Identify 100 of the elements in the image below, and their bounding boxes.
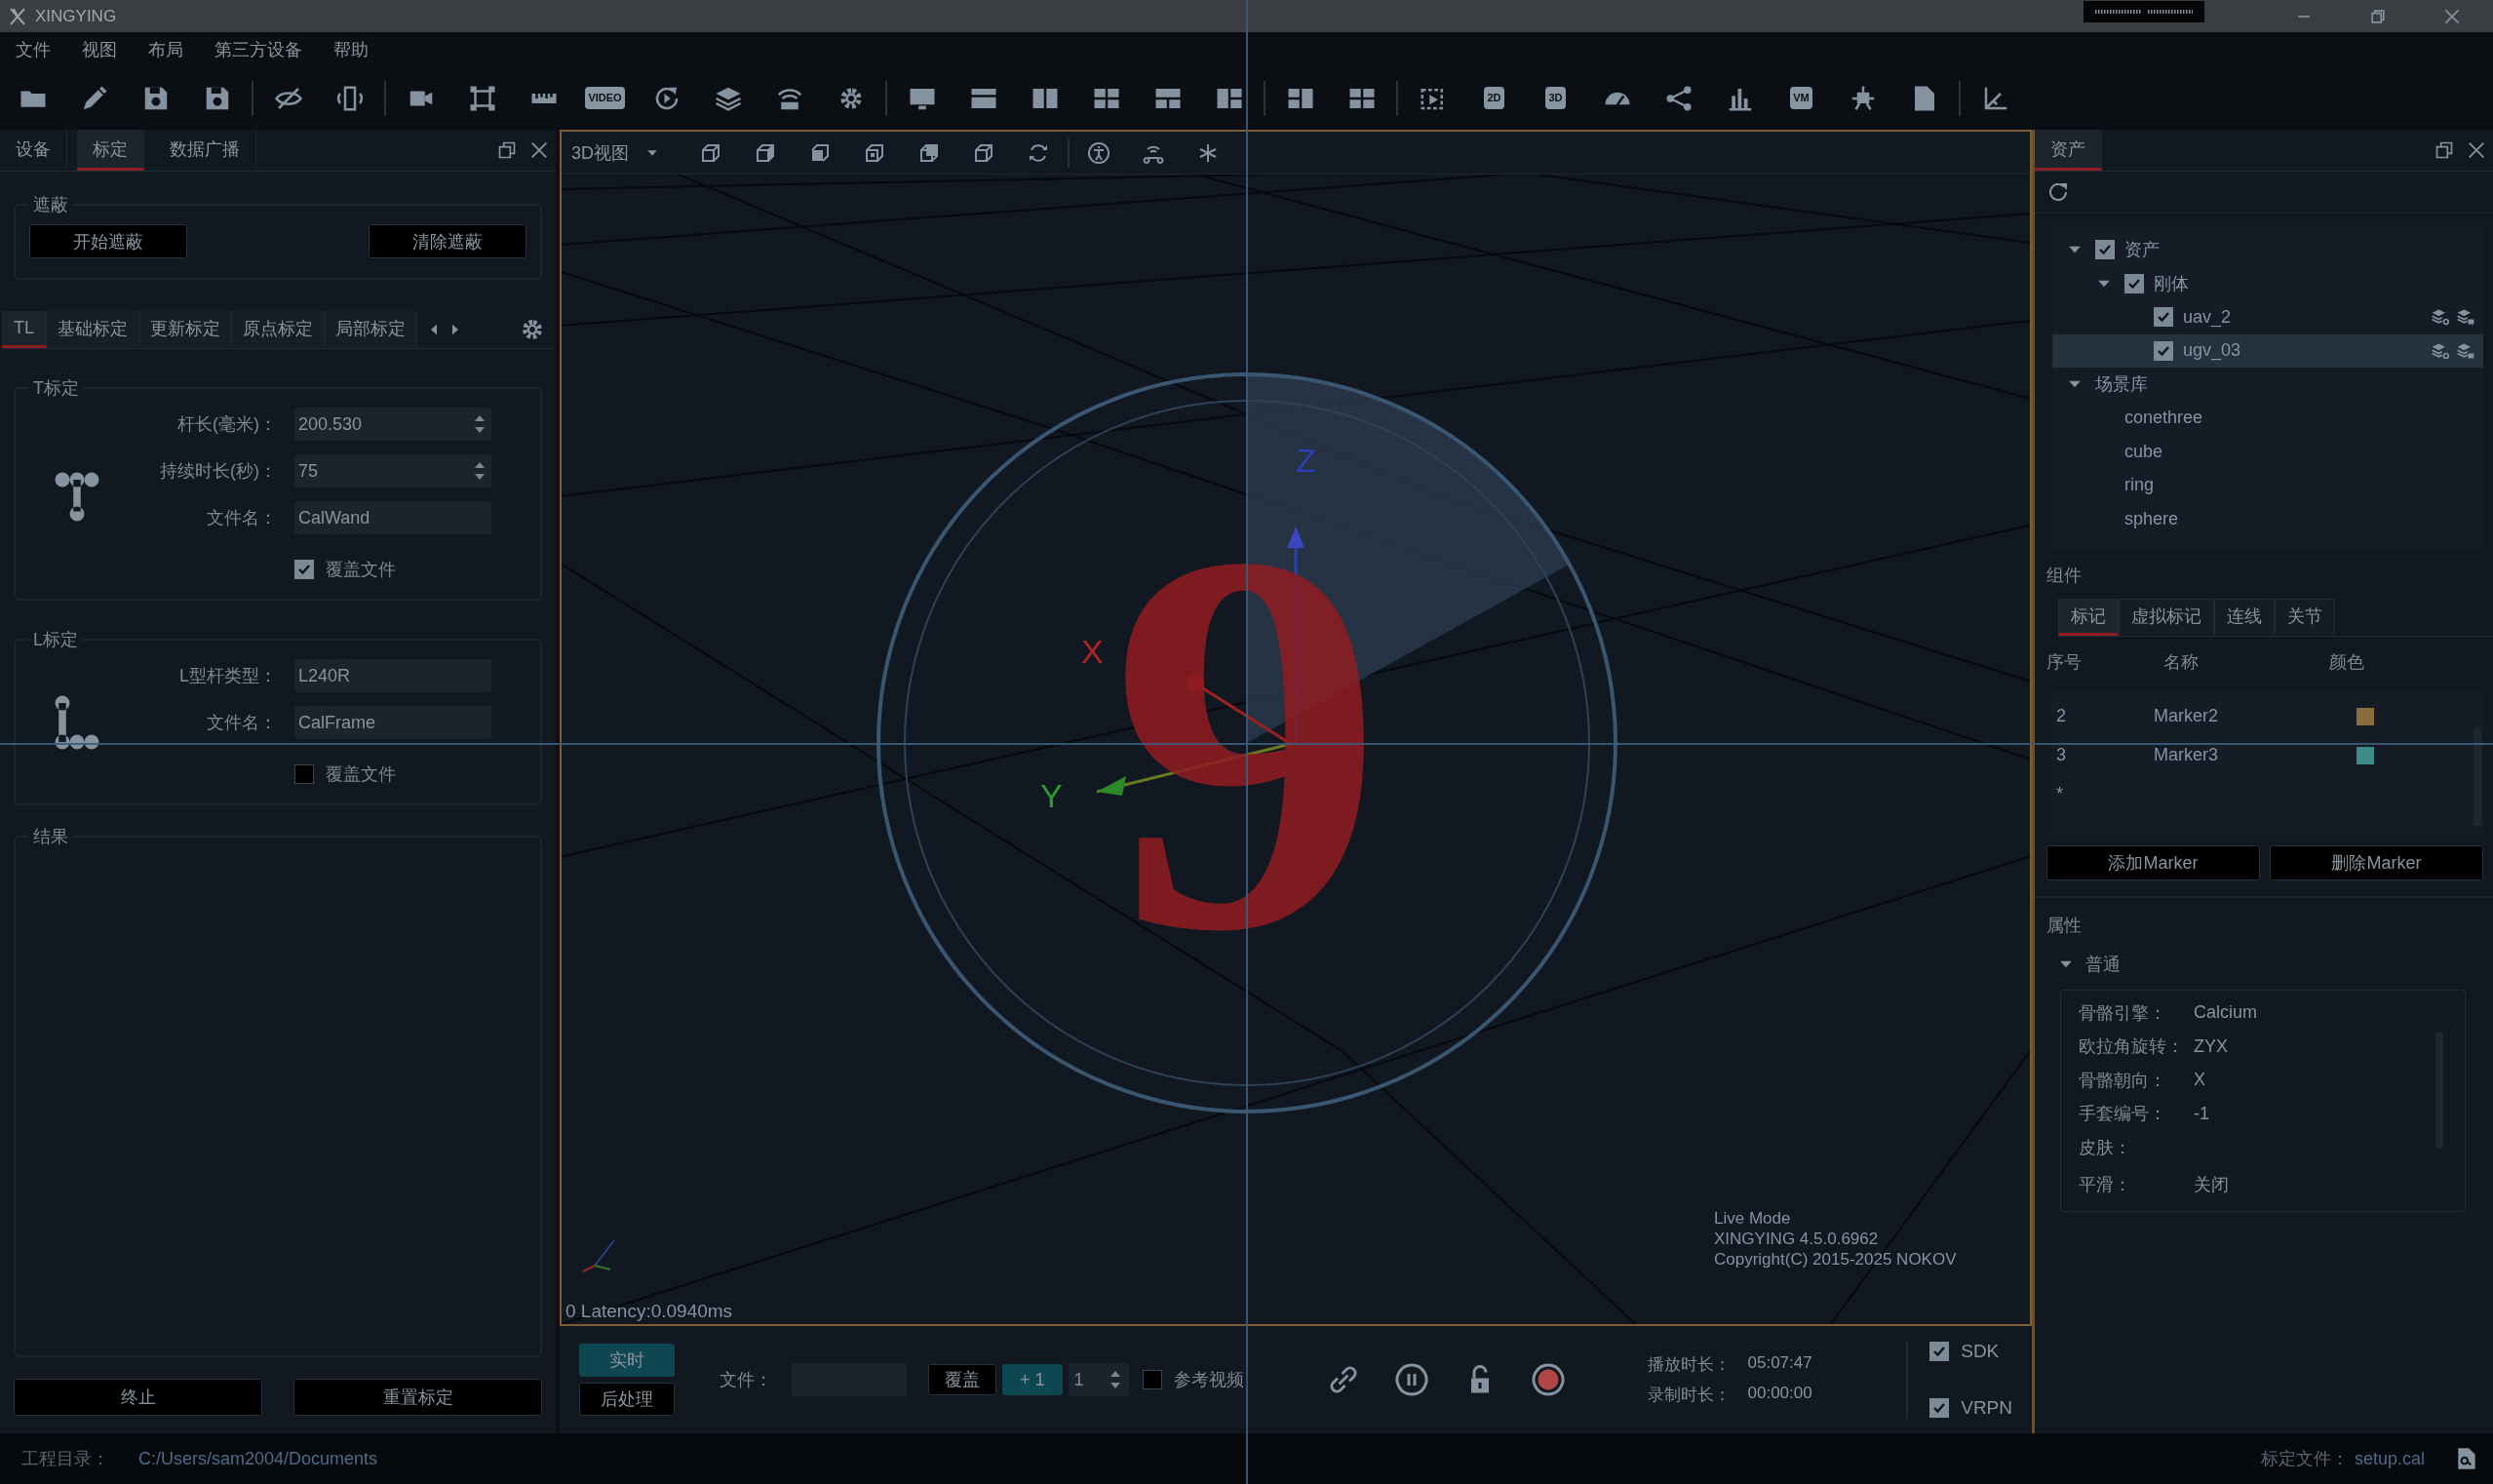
stack-lock-icon[interactable]: [2456, 307, 2475, 328]
menu-item[interactable]: 第三方设备: [214, 37, 302, 61]
mask-button[interactable]: 清除遮蔽: [369, 224, 526, 258]
scrollbar[interactable]: [2474, 727, 2481, 826]
project-label: 工程目录：: [21, 1448, 109, 1470]
step-button[interactable]: + 1: [1002, 1364, 1063, 1395]
panel-tab[interactable]: 设备: [0, 130, 67, 171]
component-tab[interactable]: 连线: [2214, 598, 2275, 636]
logo-icon: [8, 6, 27, 26]
tree-item[interactable]: 资产: [2052, 233, 2483, 267]
property-label: 皮肤：: [2079, 1136, 2132, 1159]
mode-button[interactable]: 后处理: [579, 1383, 675, 1416]
mask-button[interactable]: 开始遮蔽: [29, 224, 187, 258]
tree-label: sphere: [2124, 508, 2179, 529]
checkbox[interactable]: [1929, 1342, 1950, 1361]
marker-button[interactable]: 删除Marker: [2270, 844, 2483, 880]
checkbox[interactable]: [2124, 273, 2144, 293]
overwrite-button[interactable]: 覆盖: [928, 1364, 996, 1395]
menu-item[interactable]: 文件: [16, 37, 51, 61]
view-dropdown[interactable]: 3D视图: [571, 140, 660, 165]
tree-item[interactable]: 普通: [2056, 952, 2493, 976]
group-title: T标定: [32, 377, 80, 400]
calibration-tab[interactable]: 基础标定: [47, 311, 139, 348]
color-swatch[interactable]: [2357, 746, 2374, 764]
axis-label: Y: [1040, 777, 1063, 814]
column-header: 颜色: [2329, 650, 2365, 674]
project-path: C:/Users/sam2004/Documents: [138, 1448, 378, 1469]
action-button[interactable]: 终止: [14, 1379, 262, 1416]
pause-icon[interactable]: [1393, 1362, 1429, 1397]
toolbar-button[interactable]: 3D: [1545, 87, 1566, 109]
property-value: 关闭: [2194, 1174, 2229, 1196]
stack-gear-icon[interactable]: [2431, 307, 2450, 328]
close-icon[interactable]: [528, 139, 550, 161]
tree-item[interactable]: 场景库: [2052, 368, 2483, 402]
latency-readout: 0 Latency:0.0940ms: [565, 1301, 733, 1322]
menu-item[interactable]: 帮助: [333, 37, 369, 61]
input-field[interactable]: CalWand: [294, 501, 491, 534]
component-tab[interactable]: 关节: [2275, 598, 2335, 636]
spinner-arrows-icon[interactable]: [1109, 1369, 1121, 1390]
checkbox[interactable]: [1142, 1370, 1162, 1389]
record-icon[interactable]: [1530, 1362, 1566, 1397]
toolbar-button[interactable]: VM: [1790, 87, 1812, 109]
calibration-tab[interactable]: TL: [2, 311, 47, 348]
version-info: XINGYING 4.5.0.6962: [1714, 1229, 1880, 1249]
checkbox[interactable]: [294, 560, 314, 579]
version-info: Live Mode: [1714, 1208, 1792, 1229]
spin-field[interactable]: 200.530: [294, 408, 491, 441]
panel-tab[interactable]: 资产: [2035, 130, 2102, 171]
calibration-tab[interactable]: 原点标定: [232, 311, 325, 348]
menu-item[interactable]: 布局: [148, 37, 183, 61]
panel-tab[interactable]: 数据广播: [154, 130, 256, 171]
action-button[interactable]: 重置标定: [293, 1379, 542, 1416]
toolbar-button[interactable]: 2D: [1484, 87, 1504, 109]
person-icon[interactable]: [1087, 140, 1110, 165]
component-tab[interactable]: 标记: [2058, 598, 2119, 636]
section-title: 属性: [2046, 914, 2083, 937]
checkbox[interactable]: [1929, 1398, 1950, 1418]
menu-item[interactable]: 视图: [82, 37, 117, 61]
group-title: 遮蔽: [32, 194, 69, 216]
tree-item[interactable]: ugv_03: [2052, 333, 2483, 368]
status-strip-icon: [2084, 1, 2204, 22]
toolbar-button[interactable]: VIDEO: [585, 87, 625, 109]
group-title: L标定: [32, 629, 79, 651]
field-label: 文件名：: [206, 507, 277, 529]
spin-field[interactable]: 1: [1068, 1363, 1129, 1396]
tree-item[interactable]: 刚体: [2052, 266, 2483, 300]
tree-item[interactable]: cube: [2052, 435, 2483, 469]
spin-field[interactable]: 75: [294, 454, 491, 488]
property-value: Calcium: [2194, 1002, 2257, 1024]
close-icon[interactable]: [2466, 139, 2487, 161]
column-header: 名称: [2162, 650, 2200, 674]
restore-icon[interactable]: [497, 140, 517, 160]
spinner-arrows-icon[interactable]: [474, 413, 486, 435]
refresh-icon[interactable]: [2046, 180, 2070, 204]
tree-item[interactable]: ring: [2052, 468, 2483, 502]
mode-button[interactable]: 实时: [579, 1344, 675, 1377]
calibration-tab[interactable]: 更新标定: [139, 311, 232, 348]
checkbox[interactable]: [294, 764, 314, 784]
field-label: L型杆类型：: [178, 665, 277, 687]
panel-tab[interactable]: 标定: [77, 130, 144, 171]
checkbox[interactable]: [2154, 307, 2173, 328]
tree-item[interactable]: conethree: [2052, 401, 2483, 435]
restore-icon[interactable]: [2435, 140, 2454, 160]
component-tab[interactable]: 虚拟标记: [2119, 598, 2214, 636]
marker-button[interactable]: 添加Marker: [2046, 844, 2260, 880]
calibration-tab[interactable]: 局部标定: [325, 311, 417, 348]
property-value: X: [2194, 1070, 2205, 1091]
tree-label: ugv_03: [2183, 340, 2241, 362]
spinner-arrows-icon[interactable]: [474, 460, 486, 482]
checkbox[interactable]: [2154, 340, 2173, 361]
color-swatch[interactable]: [2357, 707, 2374, 725]
tree-item[interactable]: uav_2: [2052, 300, 2483, 334]
tree-item[interactable]: sphere: [2052, 502, 2483, 536]
input-field[interactable]: L240R: [294, 659, 491, 692]
checkbox[interactable]: [2095, 240, 2115, 260]
table-cell-text: Marker3: [2154, 745, 2219, 765]
input-field[interactable]: CalFrame: [294, 706, 491, 739]
calibration-file: setup.cal: [2354, 1448, 2425, 1469]
field-label: 文件名：: [206, 712, 277, 734]
checkbox-label: SDK: [1961, 1341, 2000, 1362]
